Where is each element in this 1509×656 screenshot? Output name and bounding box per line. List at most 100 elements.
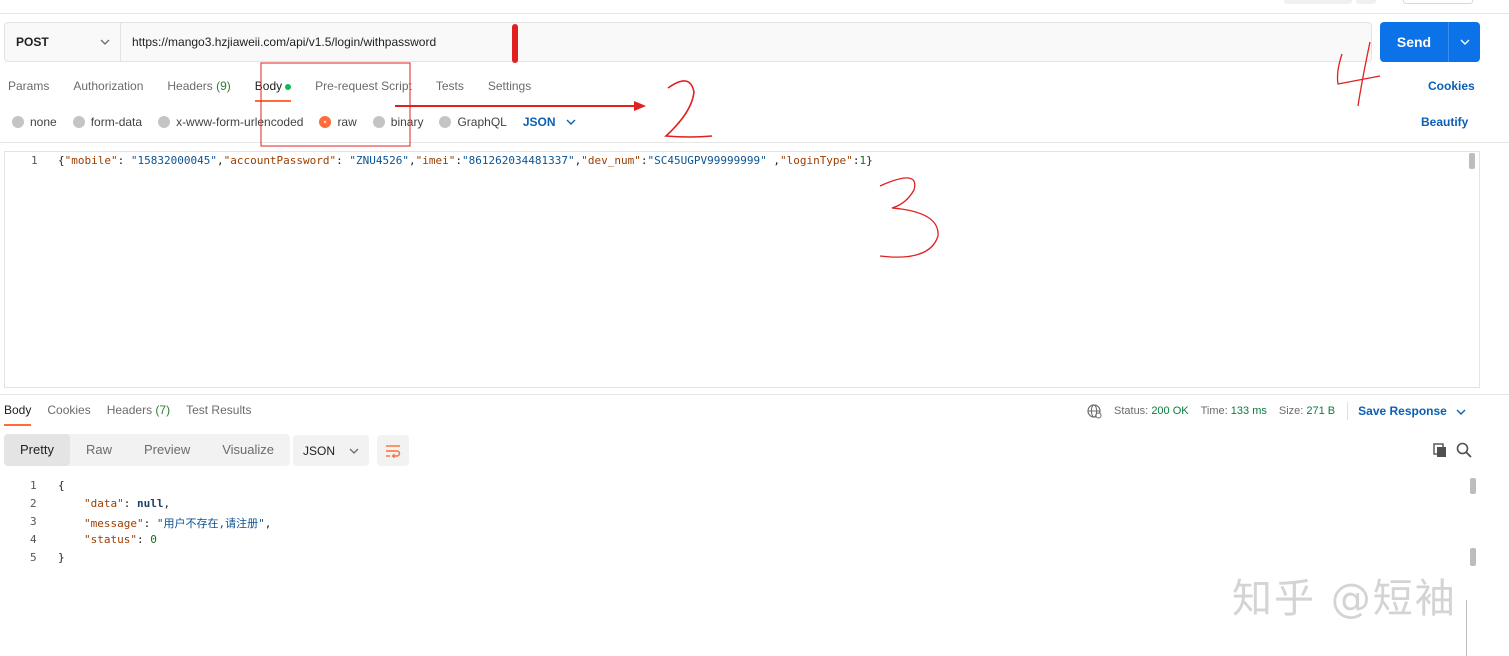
view-visualize[interactable]: Visualize	[206, 434, 290, 466]
send-button[interactable]: Send	[1380, 22, 1480, 62]
top-strip	[0, 0, 1509, 14]
globe-icon[interactable]	[1086, 403, 1102, 419]
radio-none[interactable]: none	[12, 115, 57, 129]
radio-binary[interactable]: binary	[372, 115, 423, 129]
radio-icon	[439, 116, 452, 128]
modified-dot-icon	[285, 83, 292, 90]
time-value: 133 ms	[1230, 405, 1267, 417]
response-tabs: Body Cookies Headers (7) Test Results	[0, 400, 263, 426]
code-token: "loginType"	[779, 154, 853, 167]
search-icon[interactable]	[1456, 442, 1472, 458]
tab-params[interactable]: Params	[0, 74, 57, 100]
code-line: "message": "用户不存在,请注册",	[84, 517, 272, 530]
body-type-options: none form-data x-www-form-urlencoded raw…	[12, 113, 576, 131]
resp-tab-headers[interactable]: Headers (7)	[103, 400, 174, 422]
line-number: 1	[30, 479, 37, 492]
method-label: POST	[16, 35, 49, 49]
top-toolbar-button[interactable]	[1403, 0, 1473, 4]
code-token: {	[58, 154, 65, 167]
radio-graphql[interactable]: GraphQL	[439, 115, 507, 129]
radio-icon	[158, 116, 171, 128]
code-line: }	[58, 551, 65, 564]
chevron-down-icon	[100, 36, 110, 48]
code-token: "861262034481337"	[462, 154, 575, 167]
code-token: "ZNU4526"	[349, 154, 410, 167]
code-token: ,	[409, 154, 416, 167]
section-divider	[0, 142, 1509, 143]
line-number: 5	[30, 551, 37, 564]
line-number: 4	[30, 533, 37, 546]
editor-scrollbar[interactable]	[1469, 153, 1475, 169]
request-tabs: Params Authorization Headers (9) Body Pr…	[0, 74, 547, 102]
status-readout: Status: 200 OK	[1114, 405, 1189, 417]
tab-pre-request-script[interactable]: Pre-request Script	[307, 74, 420, 100]
code-line: "data": null,	[84, 497, 171, 510]
code-token: "SC45UGPV99999999"	[647, 154, 767, 167]
tab-authorization[interactable]: Authorization	[65, 74, 151, 100]
radio-icon	[12, 116, 24, 128]
tab-settings[interactable]: Settings	[480, 74, 539, 100]
view-preview[interactable]: Preview	[128, 434, 206, 466]
chevron-down-icon[interactable]	[1449, 36, 1480, 48]
size-readout: Size: 271 B	[1278, 405, 1336, 417]
chevron-down-icon	[566, 117, 576, 128]
tab-tests[interactable]: Tests	[428, 74, 472, 100]
radio-icon	[72, 116, 85, 128]
meta-divider	[1347, 402, 1349, 420]
save-response-button[interactable]: Save Response	[1358, 404, 1466, 418]
line-number: 1	[31, 154, 38, 167]
radio-form-data[interactable]: form-data	[72, 115, 142, 129]
line-number: 2	[30, 497, 37, 510]
line-number: 3	[30, 515, 37, 528]
code-token: "imei"	[415, 154, 456, 167]
top-toolbar-button[interactable]	[1284, 0, 1352, 4]
cookies-link[interactable]: Cookies	[1428, 79, 1475, 93]
status-value: 200 OK	[1151, 405, 1189, 417]
tab-headers[interactable]: Headers (9)	[159, 74, 238, 100]
send-label: Send	[1396, 34, 1432, 50]
response-meta: Status: 200 OK Time: 133 ms Size: 271 B …	[1086, 402, 1466, 420]
code-token: "dev_num"	[581, 154, 641, 167]
code-token: "accountPassword"	[223, 154, 337, 167]
code-token: "15832000045"	[130, 154, 217, 167]
code-token: :	[117, 154, 131, 167]
resp-tab-test-results[interactable]: Test Results	[182, 400, 255, 422]
response-scrollbar[interactable]	[1470, 478, 1476, 494]
response-divider	[0, 394, 1509, 395]
code-token: ,	[216, 154, 224, 167]
view-pretty[interactable]: Pretty	[4, 434, 70, 466]
resp-headers-count: (7)	[155, 403, 171, 417]
request-body-code[interactable]: {"mobile": "15832000045","accountPasswor…	[58, 154, 873, 167]
tab-body[interactable]: Body	[247, 74, 299, 102]
radio-icon	[372, 116, 385, 128]
code-token: ,	[766, 154, 780, 167]
radio-raw[interactable]: raw	[319, 115, 357, 129]
url-input[interactable]	[121, 23, 1371, 61]
scroll-track	[1466, 600, 1467, 656]
chevron-down-icon	[349, 448, 359, 454]
request-body-editor[interactable]	[4, 151, 1480, 388]
beautify-link[interactable]: Beautify	[1421, 115, 1468, 129]
watermark: 知乎 @短袖	[1232, 576, 1457, 622]
response-scrollbar-marker	[1470, 548, 1476, 566]
top-toolbar-button[interactable]	[1356, 0, 1376, 4]
size-value: 271 B	[1306, 405, 1336, 417]
resp-tab-body[interactable]: Body	[0, 400, 35, 426]
copy-icon[interactable]	[1432, 442, 1448, 458]
time-readout: Time: 133 ms	[1200, 405, 1267, 417]
code-line: "status": 0	[84, 533, 157, 546]
resp-tab-cookies[interactable]: Cookies	[43, 400, 94, 422]
response-format-select[interactable]: JSON	[293, 435, 369, 466]
wrap-lines-button[interactable]	[377, 435, 409, 466]
radio-selected-icon	[319, 116, 332, 128]
radio-x-www-form-urlencoded[interactable]: x-www-form-urlencoded	[158, 115, 303, 129]
code-line: {	[58, 479, 65, 492]
response-view-toggle: Pretty Raw Preview Visualize	[4, 434, 291, 466]
body-format-select[interactable]: JSON	[523, 115, 576, 129]
view-raw[interactable]: Raw	[70, 434, 128, 466]
code-token: :	[336, 154, 350, 167]
method-select[interactable]: POST	[5, 23, 121, 61]
request-bar: POST	[4, 22, 1372, 62]
headers-count: (9)	[216, 79, 231, 93]
code-token: "mobile"	[64, 154, 118, 167]
